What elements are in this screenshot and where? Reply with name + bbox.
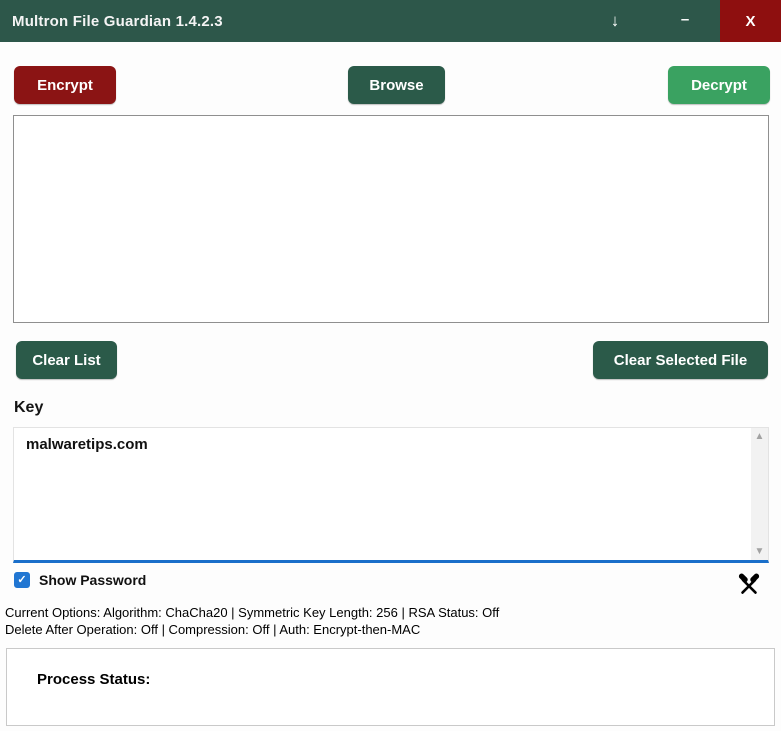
close-icon: X <box>745 12 756 30</box>
process-status-box: Process Status: <box>6 648 775 726</box>
scroll-down-icon[interactable]: ▼ <box>751 543 768 560</box>
options-button[interactable] <box>734 572 764 602</box>
key-input-box[interactable]: malwaretips.com ▲ ▼ <box>13 427 769 563</box>
browse-button[interactable]: Browse <box>348 66 445 104</box>
show-password-checkbox[interactable]: ✓ <box>14 572 30 588</box>
minimize-icon: – <box>680 10 690 28</box>
arrow-down-button[interactable]: ↓ <box>580 0 650 42</box>
options-line-1: Current Options: Algorithm: ChaCha20 | S… <box>5 605 500 620</box>
minimize-button[interactable]: – <box>650 0 720 42</box>
titlebar: Multron File Guardian 1.4.2.3 ↓ – X <box>0 0 781 42</box>
clear-selected-file-button[interactable]: Clear Selected File <box>593 341 768 379</box>
arrow-down-icon: ↓ <box>610 11 620 30</box>
close-button[interactable]: X <box>720 0 781 42</box>
check-icon: ✓ <box>17 573 27 586</box>
clear-list-button[interactable]: Clear List <box>16 341 117 379</box>
window-controls: ↓ – X <box>580 0 781 42</box>
decrypt-button[interactable]: Decrypt <box>668 66 770 104</box>
scroll-up-icon[interactable]: ▲ <box>751 428 768 445</box>
file-list-box[interactable] <box>13 115 769 323</box>
show-password-label: Show Password <box>39 572 147 588</box>
process-status-label: Process Status: <box>37 671 151 688</box>
window-title: Multron File Guardian 1.4.2.3 <box>12 12 223 30</box>
show-password-row: ✓ Show Password <box>14 572 146 588</box>
options-line-2: Delete After Operation: Off | Compressio… <box>5 621 421 637</box>
key-scrollbar[interactable]: ▲ ▼ <box>751 428 768 560</box>
crossed-hammers-icon <box>736 572 762 603</box>
current-options-summary: Current Options: Algorithm: ChaCha20 | S… <box>5 605 499 638</box>
key-input[interactable]: malwaretips.com <box>14 428 744 548</box>
encrypt-button[interactable]: Encrypt <box>14 66 116 104</box>
key-label: Key <box>14 399 44 416</box>
